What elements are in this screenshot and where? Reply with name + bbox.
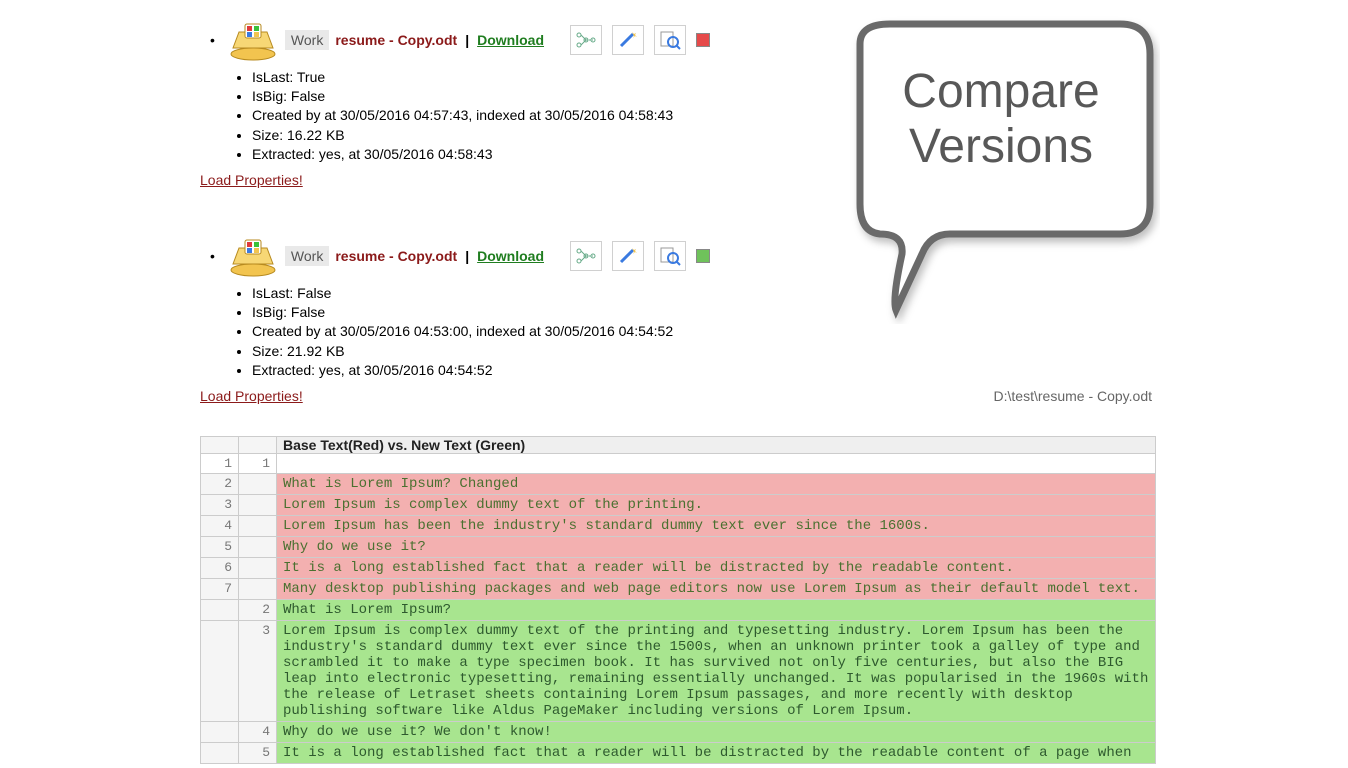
download-link-1[interactable]: Download <box>477 32 544 48</box>
load-properties-link-1[interactable]: Load Properties! <box>200 172 303 188</box>
diff-row: 6It is a long established fact that a re… <box>201 558 1156 579</box>
version-block-1: • Work resume - Copy.odt | Download <box>200 18 1348 214</box>
diff-header-row: Base Text(Red) vs. New Text (Green) <box>201 437 1156 454</box>
created-2: Created by at 30/05/2016 04:53:00, index… <box>252 322 1348 340</box>
pipe: | <box>465 248 469 264</box>
diff-row: 5It is a long established fact that a re… <box>201 743 1156 764</box>
bullet-icon: • <box>210 248 215 264</box>
graph-icon-button[interactable] <box>570 241 602 271</box>
callout-line2: Versions <box>864 119 1138 174</box>
islast-1: IsLast: True <box>252 68 1348 86</box>
compare-versions-callout: Compare Versions <box>830 14 1160 324</box>
isbig-2: IsBig: False <box>252 303 1348 321</box>
diff-row: 11 <box>201 454 1156 474</box>
status-indicator-green <box>696 249 710 263</box>
status-indicator-red <box>696 33 710 47</box>
callout-line1: Compare <box>864 64 1138 119</box>
download-link-2[interactable]: Download <box>477 248 544 264</box>
diff-row: 7Many desktop publishing packages and we… <box>201 579 1156 600</box>
diff-row: 4Why do we use it? We don't know! <box>201 722 1156 743</box>
diff-row: 5Why do we use it? <box>201 537 1156 558</box>
diff-row: 3Lorem Ipsum is complex dummy text of th… <box>201 495 1156 516</box>
magnify-icon-button[interactable] <box>654 25 686 55</box>
created-1: Created by at 30/05/2016 04:57:43, index… <box>252 106 1348 124</box>
diff-row: 3Lorem Ipsum is complex dummy text of th… <box>201 621 1156 722</box>
filename-2: resume - Copy.odt <box>335 248 457 264</box>
extracted-1: Extracted: yes, at 30/05/2016 04:58:43 <box>252 145 1348 163</box>
size-2: Size: 21.92 KB <box>252 342 1348 360</box>
pipe: | <box>465 32 469 48</box>
file-path: D:\test\resume - Copy.odt <box>994 388 1152 404</box>
diff-title: Base Text(Red) vs. New Text (Green) <box>277 437 1156 454</box>
wand-icon-button[interactable] <box>612 25 644 55</box>
graph-icon-button[interactable] <box>570 25 602 55</box>
hdd-icon <box>227 234 279 278</box>
isbig-1: IsBig: False <box>252 87 1348 105</box>
work-badge: Work <box>285 30 329 50</box>
diff-row: 4Lorem Ipsum has been the industry's sta… <box>201 516 1156 537</box>
extracted-2: Extracted: yes, at 30/05/2016 04:54:52 <box>252 361 1348 379</box>
load-properties-link-2[interactable]: Load Properties! <box>200 388 303 404</box>
bullet-icon: • <box>210 32 215 48</box>
diff-row: 2What is Lorem Ipsum? <box>201 600 1156 621</box>
islast-2: IsLast: False <box>252 284 1348 302</box>
diff-table: Base Text(Red) vs. New Text (Green) 11 2… <box>200 436 1156 764</box>
size-1: Size: 16.22 KB <box>252 126 1348 144</box>
wand-icon-button[interactable] <box>612 241 644 271</box>
version-block-2: • Work resume - Copy.odt | Download <box>200 234 1348 430</box>
work-badge: Work <box>285 246 329 266</box>
hdd-icon <box>227 18 279 62</box>
filename-1: resume - Copy.odt <box>335 32 457 48</box>
diff-row: 2What is Lorem Ipsum? Changed <box>201 474 1156 495</box>
magnify-icon-button[interactable] <box>654 241 686 271</box>
